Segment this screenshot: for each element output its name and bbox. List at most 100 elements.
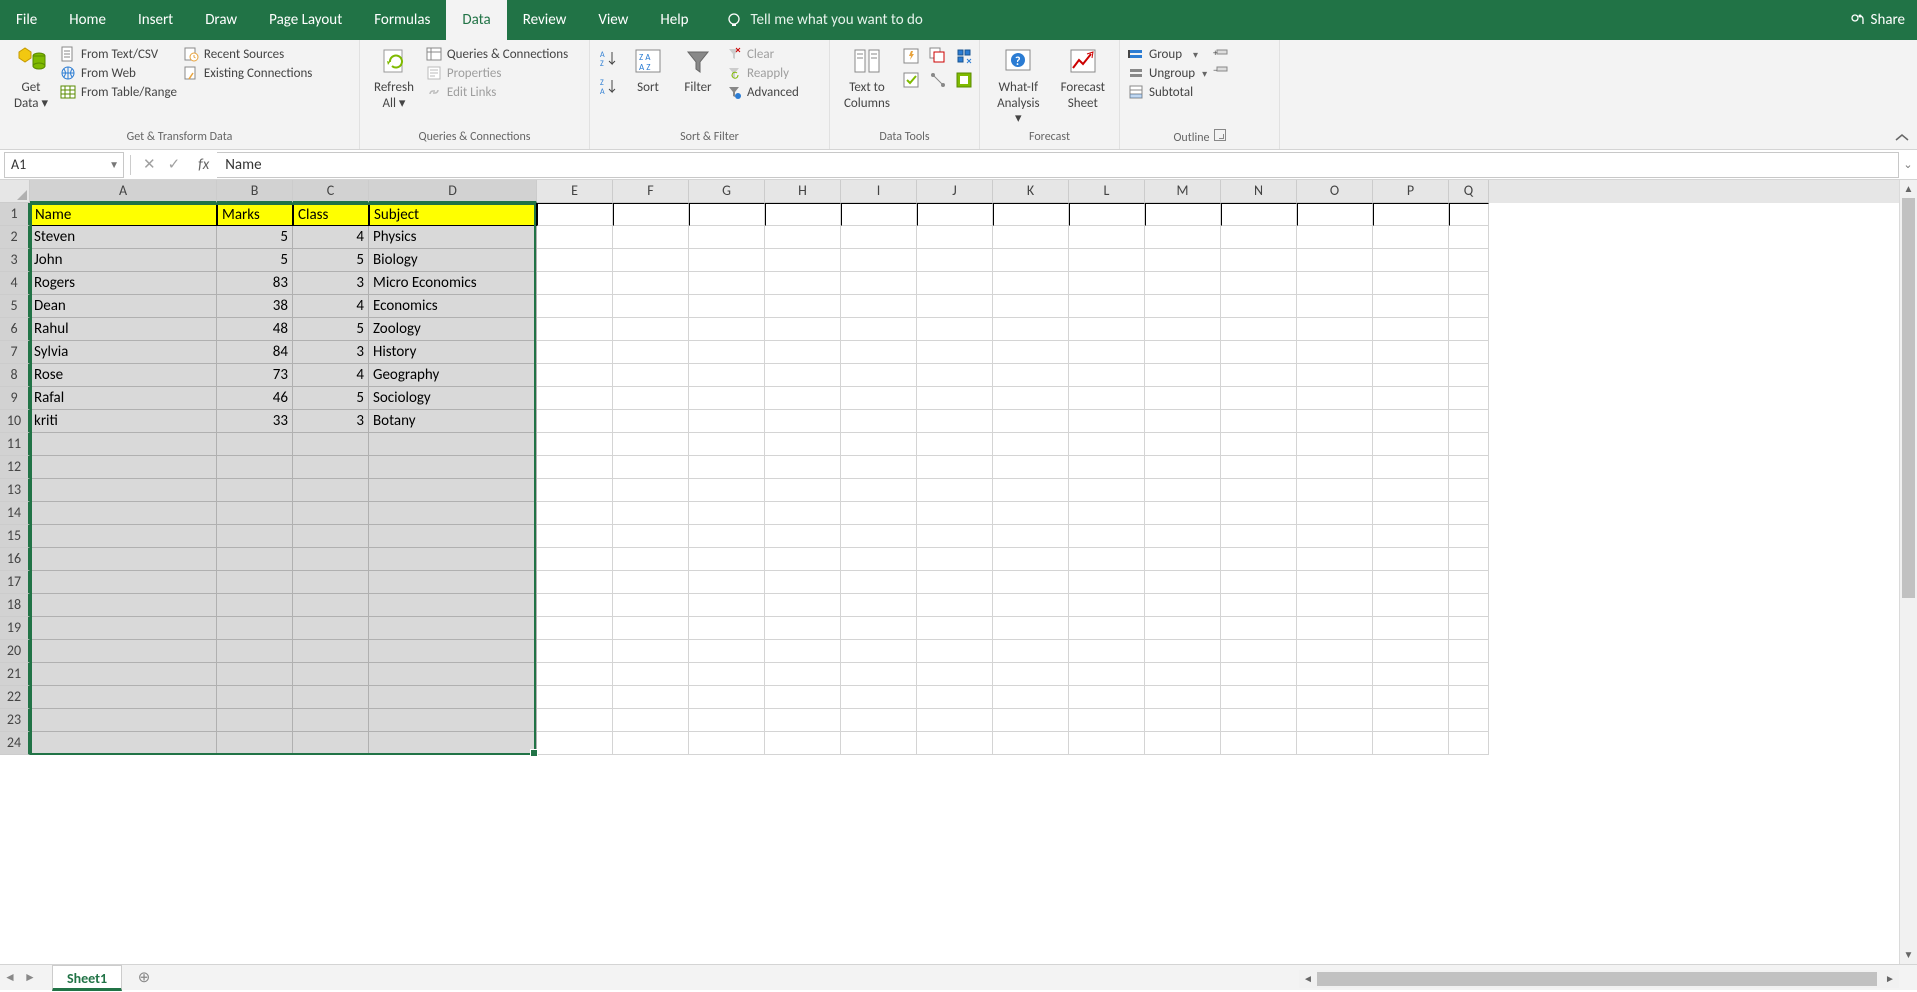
cell[interactable] bbox=[765, 364, 841, 387]
cell[interactable] bbox=[1069, 387, 1145, 410]
cell[interactable] bbox=[993, 433, 1069, 456]
column-header[interactable]: Q bbox=[1449, 180, 1489, 203]
row-header[interactable]: 20 bbox=[0, 640, 30, 663]
row-header[interactable]: 4 bbox=[0, 272, 30, 295]
cell[interactable] bbox=[217, 686, 293, 709]
cell[interactable] bbox=[993, 709, 1069, 732]
cell[interactable] bbox=[1373, 226, 1449, 249]
cell[interactable] bbox=[369, 479, 537, 502]
cell[interactable] bbox=[689, 594, 765, 617]
row-header[interactable]: 12 bbox=[0, 456, 30, 479]
cell[interactable] bbox=[993, 571, 1069, 594]
name-box[interactable]: A1▼ bbox=[4, 152, 124, 178]
from-table-button[interactable]: From Table/Range bbox=[60, 84, 177, 100]
cell[interactable] bbox=[537, 410, 613, 433]
cell[interactable] bbox=[293, 433, 369, 456]
cell[interactable]: Rose bbox=[30, 364, 217, 387]
cell[interactable] bbox=[1069, 249, 1145, 272]
cell[interactable] bbox=[613, 364, 689, 387]
column-header[interactable]: O bbox=[1297, 180, 1373, 203]
cell[interactable] bbox=[689, 318, 765, 341]
column-header[interactable]: I bbox=[841, 180, 917, 203]
cell[interactable] bbox=[689, 686, 765, 709]
cell[interactable] bbox=[30, 663, 217, 686]
cell[interactable] bbox=[917, 433, 993, 456]
cell[interactable] bbox=[1297, 341, 1373, 364]
cell[interactable] bbox=[993, 249, 1069, 272]
cell[interactable] bbox=[1145, 226, 1221, 249]
cell[interactable] bbox=[217, 433, 293, 456]
cell[interactable] bbox=[30, 594, 217, 617]
filter-button[interactable]: Filter bbox=[676, 44, 720, 98]
cell[interactable] bbox=[1449, 709, 1489, 732]
cell[interactable] bbox=[917, 203, 993, 226]
cell[interactable] bbox=[30, 502, 217, 525]
cell[interactable]: 5 bbox=[217, 249, 293, 272]
cell[interactable] bbox=[917, 226, 993, 249]
cell[interactable] bbox=[1069, 686, 1145, 709]
cell[interactable] bbox=[1221, 709, 1297, 732]
cell[interactable]: Class bbox=[293, 203, 369, 226]
cell[interactable] bbox=[765, 479, 841, 502]
cell[interactable] bbox=[689, 617, 765, 640]
cell[interactable] bbox=[765, 709, 841, 732]
cell[interactable] bbox=[1145, 617, 1221, 640]
cell[interactable] bbox=[1297, 732, 1373, 755]
cell[interactable] bbox=[217, 732, 293, 755]
column-header[interactable]: K bbox=[993, 180, 1069, 203]
cell[interactable] bbox=[1449, 617, 1489, 640]
cell[interactable] bbox=[1373, 433, 1449, 456]
cell[interactable] bbox=[841, 617, 917, 640]
cell[interactable] bbox=[689, 249, 765, 272]
cell[interactable] bbox=[293, 709, 369, 732]
cell[interactable] bbox=[1373, 456, 1449, 479]
cell[interactable] bbox=[369, 525, 537, 548]
column-header[interactable]: N bbox=[1221, 180, 1297, 203]
cell[interactable] bbox=[689, 203, 765, 226]
cell[interactable] bbox=[1145, 732, 1221, 755]
row-header[interactable]: 14 bbox=[0, 502, 30, 525]
cell[interactable]: Botany bbox=[369, 410, 537, 433]
recent-sources-button[interactable]: Recent Sources bbox=[183, 46, 312, 62]
cell[interactable] bbox=[1449, 272, 1489, 295]
cell[interactable] bbox=[993, 640, 1069, 663]
cell[interactable] bbox=[1449, 663, 1489, 686]
cell[interactable] bbox=[917, 709, 993, 732]
cell[interactable]: 5 bbox=[293, 318, 369, 341]
cell[interactable]: 38 bbox=[217, 295, 293, 318]
cell[interactable] bbox=[841, 226, 917, 249]
column-header[interactable]: B bbox=[217, 180, 293, 203]
row-header[interactable]: 24 bbox=[0, 732, 30, 755]
cell[interactable] bbox=[613, 617, 689, 640]
cell[interactable] bbox=[1145, 387, 1221, 410]
cell[interactable] bbox=[1069, 709, 1145, 732]
cell[interactable] bbox=[993, 272, 1069, 295]
cell[interactable] bbox=[689, 364, 765, 387]
cell[interactable] bbox=[613, 318, 689, 341]
cell[interactable] bbox=[1373, 272, 1449, 295]
subtotal-button[interactable]: Subtotal bbox=[1128, 84, 1207, 100]
cell[interactable] bbox=[1373, 548, 1449, 571]
cell[interactable] bbox=[1145, 295, 1221, 318]
tab-draw[interactable]: Draw bbox=[189, 0, 253, 40]
cell[interactable] bbox=[765, 249, 841, 272]
cell[interactable] bbox=[1449, 203, 1489, 226]
cell[interactable] bbox=[689, 548, 765, 571]
cell[interactable] bbox=[1449, 410, 1489, 433]
cell[interactable] bbox=[1069, 502, 1145, 525]
cell[interactable] bbox=[537, 686, 613, 709]
cell[interactable] bbox=[841, 548, 917, 571]
sort-button[interactable]: Z AA Z Sort bbox=[626, 44, 670, 98]
row-header[interactable]: 3 bbox=[0, 249, 30, 272]
cell[interactable] bbox=[1069, 479, 1145, 502]
cell[interactable] bbox=[993, 594, 1069, 617]
cell[interactable] bbox=[537, 663, 613, 686]
cell[interactable] bbox=[993, 226, 1069, 249]
row-header[interactable]: 5 bbox=[0, 295, 30, 318]
cell[interactable] bbox=[537, 732, 613, 755]
cell[interactable] bbox=[689, 272, 765, 295]
cell[interactable] bbox=[765, 295, 841, 318]
row-header[interactable]: 16 bbox=[0, 548, 30, 571]
cell[interactable] bbox=[1297, 433, 1373, 456]
get-data-button[interactable]: GetData ▾ bbox=[8, 44, 54, 113]
